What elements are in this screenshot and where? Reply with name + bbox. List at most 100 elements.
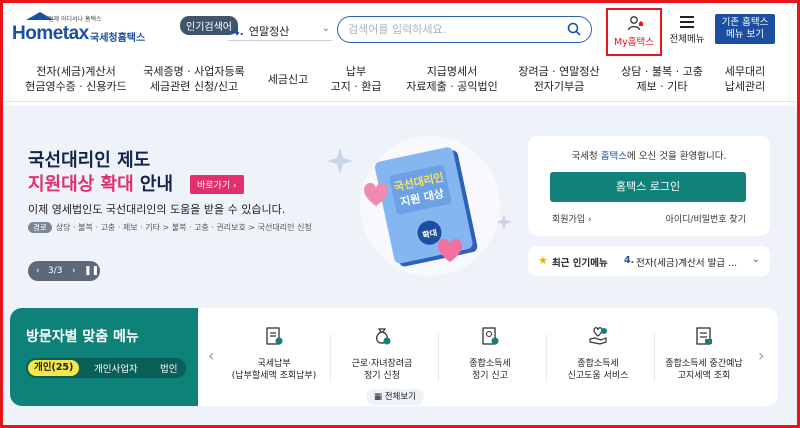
card-label-1: 종합소득세 중간예납 [665,359,743,369]
banner-description: 이제 영세법인도 국선대리인의 도움을 받을 수 있습니다. [28,203,286,216]
all-menu-button[interactable]: 전체메뉴 [667,14,707,50]
gnb-item-payment-statements[interactable]: 지급명세서 자료제출 · 공익법인 [404,64,500,94]
slide-count: 3/3 [48,266,63,276]
gnb-line2: 납세관리 [724,80,766,93]
menu-card-interim-prepayment[interactable]: 종합소득세 중간예납 고지세액 조회 [656,326,752,396]
next-arrow-icon[interactable]: › [758,346,764,365]
tab-sole-proprietor[interactable]: 개인사업자 [94,361,138,375]
document-check-icon [696,327,712,345]
view-all-button[interactable]: ▦ 전체보기 [366,389,424,405]
my-hometax-label: My홈택스 [613,37,655,48]
star-icon: ★ [538,254,548,267]
find-id-password-link[interactable]: 아이디/비밀번호 찾기 [666,212,746,225]
card-label-2: 고지세액 조회 [677,371,731,381]
menu-card-income-tax-filing[interactable]: 종합소득세 정기 신고 [442,326,538,396]
visitor-menu-panel: 방문자별 맞춤 메뉴 개인(25) 개인사업자 법인 [10,308,198,406]
popular-menu-number: 4. [624,255,635,266]
old-hometax-menu-button[interactable]: 기존 홈택스 메뉴 보기 [715,14,775,44]
divider [330,334,331,382]
gnb-item-e-invoice[interactable]: 전자(세금)계산서 현금영수증 · 신용카드 [24,64,128,94]
recent-popular-menu[interactable]: ★ 최근 인기메뉴 4. 전자(세금)계산서 발급 ... ⌄ [528,246,770,276]
path-text: 상담 · 불복 · 고충 · 제보 · 기타 > 불복 · 고충 · 권리보호 … [55,223,312,232]
hamburger-icon [680,16,694,28]
hand-heart-icon [589,327,607,345]
visitor-menu-title: 방문자별 맞춤 메뉴 [26,329,139,345]
card-label-1: 국세납부 [257,359,291,369]
gnb-line1: 장려금 · 연말정산 [518,65,600,78]
global-nav: 전자(세금)계산서 현금영수증 · 신용카드 국세증명 · 사업자등록 세금관련… [0,58,800,102]
signup-link[interactable]: 회원가입 › [552,212,592,225]
gnb-line1: 전자(세금)계산서 [36,65,116,78]
next-slide-button[interactable]: › [72,261,76,281]
login-button[interactable]: 홈택스 로그인 [550,172,746,202]
tab-corporation[interactable]: 법인 [160,361,177,375]
menu-card-filing-help-service[interactable]: 종합소득세 신고도움 서비스 [550,326,646,396]
divider [546,334,547,382]
popular-menu-title: 최근 인기메뉴 [552,258,608,269]
banner-title: 국선대리인 제도 [28,150,151,171]
popular-rank-text: 연말정산 [248,25,290,38]
my-hometax-button[interactable]: My홈택스 [606,8,662,56]
money-bag-icon [375,328,391,345]
visitor-tabs: 개인(25) 개인사업자 법인 [26,358,186,378]
gnb-line2: 세금관련 신청/신고 [149,80,239,93]
banner-illustration: 국선대리인 지원 대상 확대 [327,136,512,276]
card-label-2: 정기 신청 [364,371,400,381]
gnb-line2: 현금영수증 · 신용카드 [25,80,127,93]
menu-card-tax-payment[interactable]: 국세납부 (납부할세액 조회납부) [226,326,322,396]
header: 언제 어디서나 홈택스 Hometax 국세청홈택스 인기검색어 4. 연말정산 … [0,0,800,56]
gnb-item-certificates[interactable]: 국세증명 · 사업자등록 세금관련 신청/신고 [142,64,246,94]
gnb-item-tax-agent[interactable]: 세무대리 납세관리 [718,64,772,94]
prev-arrow-icon[interactable]: ‹ [208,346,214,365]
logo-word: Hometax [12,23,89,44]
chevron-down-icon[interactable]: ⌄ [752,254,760,265]
user-icon [627,16,643,31]
document-upload-icon [266,327,283,345]
gnb-item-consultation[interactable]: 상담 · 불복 · 고충 제보 · 기타 [618,64,706,94]
popular-search-dropdown[interactable]: 4. 연말정산 ⌄ [228,23,332,41]
banner-subtitle: 지원대상 확대 안내 [28,170,173,196]
banner-path: 경로 상담 · 불복 · 고충 · 제보 · 기타 > 불복 · 고충 · 권리보… [28,222,312,233]
hometax-logo[interactable]: 언제 어디서나 홈택스 Hometax 국세청홈택스 [12,12,146,46]
banner-subtitle-rest: 안내 [133,174,174,195]
menu-card-earned-income-credit[interactable]: 근로·자녀장려금 정기 신청 [334,326,430,396]
gnb-line2: 자료제출 · 공익법인 [406,80,498,93]
search-input[interactable] [348,21,558,38]
search-box [337,16,592,43]
document-pen-icon [482,327,499,345]
popular-menu-text: 전자(세금)계산서 발급 ... [636,258,738,269]
gnb-line1: 상담 · 불복 · 고충 [621,65,703,78]
card-label-1: 종합소득세 [469,359,511,369]
path-tag: 경로 [28,222,52,233]
card-label-1: 근로·자녀장려금 [351,359,413,369]
login-box: 국세청 홈택스에 오신 것을 환영합니다. 홈택스 로그인 회원가입 › 아이디… [528,136,770,236]
view-all-label: 전체보기 [384,392,416,402]
gnb-item-payment[interactable]: 납부 고지 · 환급 [326,64,386,94]
gnb-item-incentives[interactable]: 장려금 · 연말정산 전자기부금 [512,64,606,94]
gnb-line1: 세금신고 [267,73,309,86]
gnb-line2: 전자기부금 [533,80,585,93]
old-view-line1: 기존 홈택스 [721,17,769,28]
card-label-2: 정기 신고 [472,371,508,381]
divider [438,334,439,382]
search-icon[interactable] [567,22,581,36]
all-menu-label: 전체메뉴 [669,34,705,45]
gnb-line1: 세무대리 [724,65,766,78]
prev-slide-button[interactable]: ‹ [36,261,40,281]
gnb-line2: 제보 · 기타 [636,80,688,93]
popular-rank-number: 4. [232,25,244,38]
gnb-line1: 납부 [345,65,367,78]
gnb-line1: 지급명세서 [426,65,478,78]
logo-korean: 국세청홈택스 [90,33,146,44]
tab-individual[interactable]: 개인(25) [28,360,80,376]
gnb-item-tax-filing[interactable]: 세금신고 [260,72,316,87]
pause-button[interactable]: ❚❚ [84,261,99,281]
banner-highlight: 지원대상 확대 [28,174,134,195]
grid-icon: ▦ [373,392,385,402]
logo-tagline: 언제 어디서나 홈택스 [48,16,102,23]
banner-pager: ‹ 3/3 › ❚❚ [28,261,100,281]
card-label-2: 신고도움 서비스 [567,371,629,381]
gnb-line1: 국세증명 · 사업자등록 [143,65,245,78]
banner-shortcut-button[interactable]: 바로가기 › [190,175,244,194]
old-view-line2: 메뉴 보기 [726,29,764,40]
